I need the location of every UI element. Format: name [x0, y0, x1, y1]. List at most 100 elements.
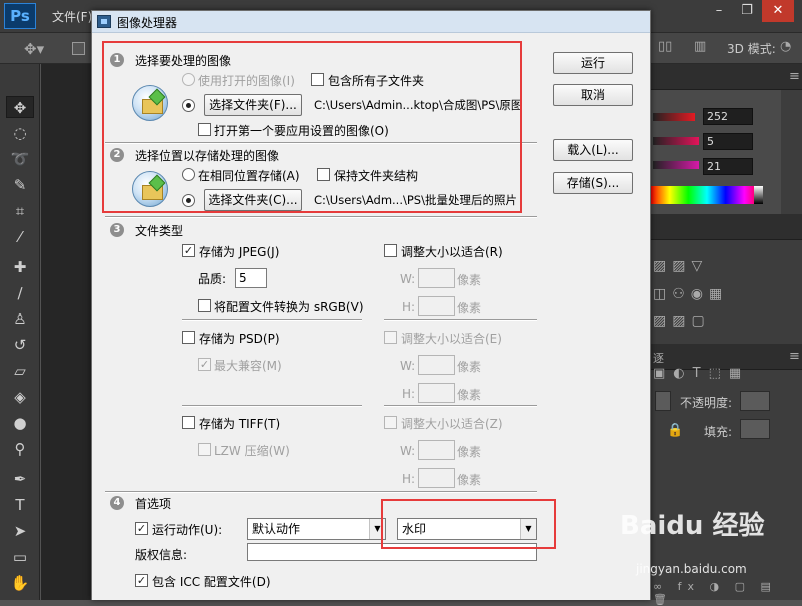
psd-height-label: H:	[402, 387, 416, 401]
cancel-button[interactable]: 取消	[553, 84, 633, 106]
highlight-action	[381, 499, 556, 549]
layers-tab-fragment[interactable]: 逐	[653, 350, 664, 366]
action-set-select[interactable]: 默认动作 ▼	[247, 518, 386, 540]
opacity-input[interactable]	[740, 391, 770, 411]
eyedropper-tool-icon[interactable]: ⁄	[6, 226, 34, 248]
blue-slider[interactable]	[653, 161, 699, 169]
resize-jpeg-checkbox[interactable]	[384, 244, 397, 257]
psd-width-input[interactable]	[418, 355, 455, 375]
layers-menu-icon[interactable]: ≡	[789, 349, 800, 364]
dialog-titlebar: 图像处理器	[92, 11, 650, 33]
align-icon[interactable]: ▯▯	[658, 39, 672, 54]
healing-brush-tool-icon[interactable]: ✚	[6, 256, 34, 278]
brush-tool-icon[interactable]: ∕	[6, 282, 34, 304]
blend-mode-select[interactable]	[655, 391, 671, 411]
color-panel-header: ≡	[651, 64, 802, 90]
dodge-tool-icon[interactable]: ⚲	[6, 438, 34, 460]
save-tiff-checkbox[interactable]	[182, 416, 195, 429]
jpeg-height-unit: 像素	[457, 301, 482, 315]
distribute-icon[interactable]: ▥	[694, 39, 706, 54]
save-button[interactable]: 存储(S)...	[553, 172, 633, 194]
divider	[105, 216, 537, 218]
save-jpeg-label: 存储为 JPEG(J)	[199, 245, 280, 259]
run-button[interactable]: 运行	[553, 52, 633, 74]
tiff-height-label: H:	[402, 472, 416, 486]
menu-file[interactable]: 文件(F)	[52, 8, 92, 25]
max-compat-checkbox[interactable]: ✓	[198, 358, 211, 371]
tiff-width-input[interactable]	[418, 440, 455, 460]
include-icc-checkbox[interactable]: ✓	[135, 574, 148, 587]
lzw-label: LZW 压缩(W)	[214, 444, 290, 458]
bw-ramp[interactable]	[754, 186, 763, 204]
adjustments-panel-header	[651, 214, 802, 240]
blue-value[interactable]: 21	[703, 158, 753, 175]
type-tool-icon[interactable]: T	[6, 494, 34, 516]
psd-height-input[interactable]	[418, 383, 455, 403]
layer-footer-icons[interactable]: ∞ fx ◑ ▢ ▤ 🗑	[653, 580, 802, 606]
section4-title: 首选项	[135, 497, 172, 511]
3d-mode-label: 3D 模式:	[727, 42, 776, 56]
convert-srgb-checkbox[interactable]	[198, 299, 211, 312]
minimize-icon[interactable]: –	[706, 0, 732, 22]
jpeg-width-input[interactable]	[418, 268, 455, 288]
quick-select-tool-icon[interactable]: ✎	[6, 174, 34, 196]
jpeg-height-input[interactable]	[418, 296, 455, 316]
save-tiff-label: 存储为 TIFF(T)	[199, 417, 281, 431]
dialog-title: 图像处理器	[117, 16, 178, 30]
red-slider[interactable]	[653, 113, 695, 121]
green-value[interactable]: 5	[703, 133, 753, 150]
stamp-tool-icon[interactable]: ♙	[6, 308, 34, 330]
resize-psd-checkbox[interactable]	[384, 331, 397, 344]
marquee-tool-icon[interactable]: ◌	[6, 122, 34, 144]
opacity-label: 不透明度:	[680, 396, 733, 410]
blur-tool-icon[interactable]: ●	[6, 412, 34, 434]
psd-width-unit: 像素	[457, 360, 482, 374]
save-psd-checkbox[interactable]	[182, 331, 195, 344]
restore-icon[interactable]: ❐	[734, 0, 760, 22]
shape-tool-icon[interactable]: ▭	[6, 546, 34, 568]
jpeg-width-label: W:	[400, 272, 416, 286]
divider	[105, 491, 537, 493]
pen-tool-icon[interactable]: ✒	[6, 468, 34, 490]
tiff-width-unit: 像素	[457, 445, 482, 459]
move-tool-icon[interactable]: ✥	[6, 96, 34, 118]
eraser-tool-icon[interactable]: ▱	[6, 360, 34, 382]
fill-input[interactable]	[740, 419, 770, 439]
lasso-tool-icon[interactable]: ➰	[6, 148, 34, 170]
tiff-height-input[interactable]	[418, 468, 455, 488]
paint-bucket-tool-icon[interactable]: ◈	[6, 386, 34, 408]
jpeg-height-label: H:	[402, 300, 416, 314]
layer-filter-icons[interactable]: ▣◐T⬚▦	[653, 366, 749, 381]
quality-input[interactable]: 5	[235, 268, 267, 288]
run-action-checkbox[interactable]: ✓	[135, 522, 148, 535]
adjustment-icons-row1[interactable]: ▨▨▽	[653, 258, 708, 274]
move-tool-icon[interactable]: ✥▾	[24, 40, 44, 58]
copyright-label: 版权信息:	[135, 548, 188, 562]
fill-label: 填充:	[704, 425, 733, 439]
section3-badge: 3	[110, 223, 124, 237]
green-slider[interactable]	[653, 137, 699, 145]
resize-tiff-label: 调整大小以适合(Z)	[401, 417, 503, 431]
section4-badge: 4	[110, 496, 124, 510]
auto-select-checkbox[interactable]	[72, 42, 85, 55]
photoshop-logo: Ps	[4, 3, 36, 29]
resize-tiff-checkbox[interactable]	[384, 416, 397, 429]
jpeg-width-unit: 像素	[457, 273, 482, 287]
close-window-icon[interactable]: ✕	[762, 0, 794, 22]
save-jpeg-checkbox[interactable]: ✓	[182, 244, 195, 257]
path-select-tool-icon[interactable]: ➤	[6, 520, 34, 542]
hand-tool-icon[interactable]: ✋	[6, 572, 34, 594]
color-spectrum[interactable]	[651, 186, 763, 204]
3d-rotate-icon[interactable]: ◔	[780, 39, 791, 54]
crop-tool-icon[interactable]: ⌗	[6, 200, 34, 222]
dialog-app-icon	[97, 15, 111, 28]
load-button[interactable]: 载入(L)...	[553, 139, 633, 161]
lzw-checkbox[interactable]	[198, 443, 211, 456]
adjustment-icons-row3[interactable]: ▨▨▢	[653, 313, 711, 329]
quality-label: 品质:	[198, 272, 227, 286]
adjustment-icons-row2[interactable]: ◫⚇◉▦	[653, 286, 728, 302]
red-value[interactable]: 252	[703, 108, 753, 125]
panel-menu-icon[interactable]: ≡	[789, 69, 800, 84]
lock-icon[interactable]: 🔒	[667, 423, 683, 438]
history-brush-tool-icon[interactable]: ↺	[6, 334, 34, 356]
